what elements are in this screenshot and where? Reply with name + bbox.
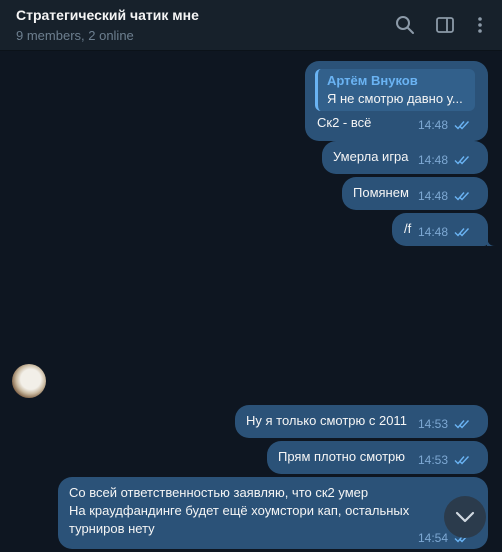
more-vertical-icon[interactable] (468, 13, 492, 37)
message-bubble[interactable]: Со всей ответственностью заявляю, что ск… (58, 477, 488, 549)
chat-title[interactable]: Стратегический чатик мне (16, 7, 199, 23)
message-line: Со всей ответственностью заявляю, что ск… (69, 485, 369, 500)
message-meta: 14:48 (418, 223, 470, 241)
avatar[interactable] (12, 364, 46, 398)
reply-text: Я не смотрю давно у... (327, 91, 463, 106)
message-text: Прям плотно смотрю (278, 449, 406, 464)
message-line: турниров нету (69, 521, 155, 536)
message-meta: 14:48 (418, 116, 470, 134)
reply-preview[interactable]: Артём Внуков Я не смотрю давно у... (315, 69, 475, 111)
double-check-icon (454, 156, 470, 165)
message-bubble[interactable]: Ну я только смотрю с 2011 14:53 (235, 405, 488, 438)
scroll-to-bottom-button[interactable] (444, 496, 486, 538)
double-check-icon (454, 228, 470, 237)
bubble-tail (487, 236, 495, 246)
chat-header: Стратегический чатик мне 9 members, 2 on… (0, 0, 502, 51)
double-check-icon (454, 420, 470, 429)
message-line: На краудфандинге будет ещё хоумстори кап… (69, 503, 410, 518)
message-time: 14:54 (417, 531, 448, 545)
message-meta: 14:53 (418, 415, 470, 433)
message-text: Помянем (353, 185, 409, 200)
message-bubble[interactable]: Артём Внуков Я не смотрю давно у... Ск2 … (305, 61, 488, 141)
message-bubble[interactable]: Прям плотно смотрю 14:53 (267, 441, 488, 474)
message-text: /f (404, 221, 412, 236)
message-bubble[interactable]: /f 14:48 (392, 213, 495, 246)
message-meta: 14:53 (418, 451, 470, 469)
double-check-icon (454, 192, 470, 201)
search-icon[interactable] (393, 13, 417, 37)
message-bubble[interactable]: Умерла игра 14:48 (322, 141, 488, 174)
sidebar-toggle-icon[interactable] (433, 13, 457, 37)
reply-author: Артём Внуков (327, 73, 418, 88)
message-text: Ну я только смотрю с 2011 (246, 413, 407, 428)
message-text: Умерла игра (333, 149, 409, 164)
message-list[interactable]: Артём Внуков Я не смотрю давно у... Ск2 … (0, 52, 502, 552)
double-check-icon (454, 456, 470, 465)
message-text: Ск2 - всё (317, 115, 372, 130)
message-time: 14:53 (417, 417, 448, 431)
message-meta: 14:48 (418, 151, 470, 169)
message-time: 14:48 (417, 153, 448, 167)
double-check-icon (454, 121, 470, 130)
chevron-down-icon (455, 511, 475, 523)
message-meta: 14:48 (418, 187, 470, 205)
message-bubble[interactable]: Помянем 14:48 (342, 177, 488, 210)
message-time: 14:48 (417, 225, 448, 239)
message-time: 14:48 (417, 118, 448, 132)
message-time: 14:48 (417, 189, 448, 203)
message-time: 14:53 (417, 453, 448, 467)
chat-subtitle: 9 members, 2 online (16, 28, 134, 43)
